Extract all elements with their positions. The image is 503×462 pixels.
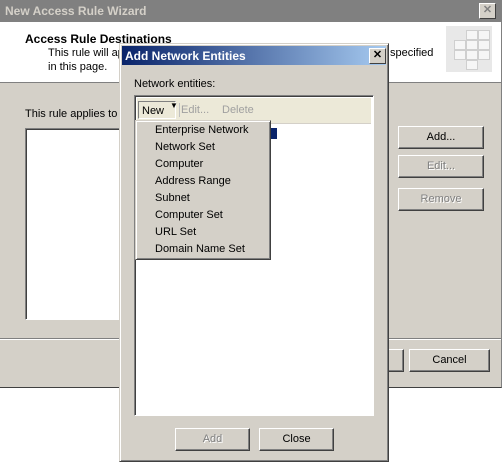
new-entity-menu: Enterprise Network Network Set Computer … (135, 120, 271, 260)
new-dropdown-arrow-icon[interactable]: ▼ (170, 101, 178, 110)
menu-item-enterprise-network[interactable]: Enterprise Network (155, 124, 249, 136)
menu-item-computer[interactable]: Computer (155, 158, 203, 170)
remove-destination-button[interactable]: Remove (398, 188, 484, 211)
menu-item-subnet[interactable]: Subnet (155, 192, 190, 204)
wizard-page-description-line2: in this page. (48, 61, 108, 73)
toolbar-delete-button[interactable]: Delete (222, 104, 254, 116)
toolbar-edit-button[interactable]: Edit... (181, 104, 209, 116)
wizard-title-bar: New Access Rule Wizard ✕ (0, 0, 501, 22)
wizard-title: New Access Rule Wizard (5, 4, 147, 18)
wizard-logo-icon (446, 26, 492, 72)
toolbar-new-label: New (142, 105, 165, 117)
wizard-page-description-start: This rule will ap (48, 47, 124, 59)
dialog-title-bar[interactable]: Add Network Entities ✕ (122, 46, 386, 65)
applies-to-label: This rule applies to t (25, 108, 124, 120)
dialog-add-button[interactable]: Add (175, 428, 250, 451)
edit-destination-button[interactable]: Edit... (398, 155, 484, 178)
toolbar-separator (179, 103, 180, 117)
dialog-title: Add Network Entities (125, 49, 246, 63)
wizard-page-description-end: specified (390, 47, 434, 59)
wizard-cancel-button[interactable]: Cancel (409, 349, 490, 372)
menu-item-domain-name-set[interactable]: Domain Name Set (155, 243, 245, 255)
network-entities-label: Network entities: (134, 78, 216, 90)
destinations-list[interactable] (25, 128, 127, 320)
dialog-close-button[interactable]: Close (259, 428, 334, 451)
wizard-close-icon[interactable]: ✕ (479, 3, 496, 19)
menu-item-computer-set[interactable]: Computer Set (155, 209, 223, 221)
dialog-close-icon[interactable]: ✕ (369, 48, 386, 64)
menu-item-address-range[interactable]: Address Range (155, 175, 231, 187)
add-destination-button[interactable]: Add... (398, 126, 484, 149)
menu-item-network-set[interactable]: Network Set (155, 141, 215, 153)
menu-item-url-set[interactable]: URL Set (155, 226, 196, 238)
